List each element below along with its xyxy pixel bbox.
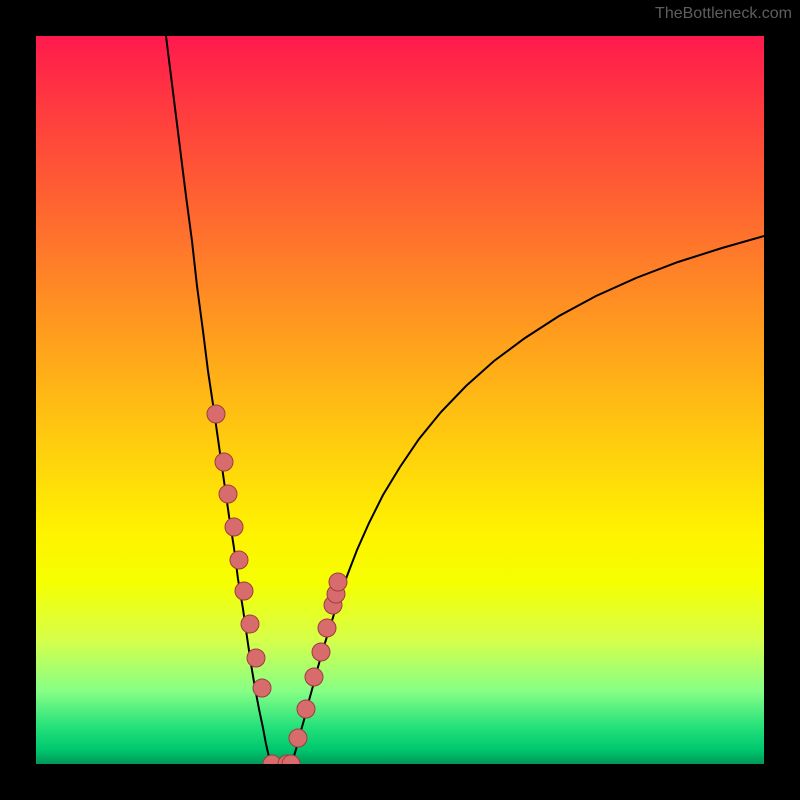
data-marker [219, 485, 237, 503]
watermark-text: TheBottleneck.com [655, 6, 792, 22]
data-marker [253, 679, 271, 697]
data-marker [215, 453, 233, 471]
data-marker [289, 729, 307, 747]
data-marker [318, 619, 336, 637]
data-marker [329, 573, 347, 591]
data-marker [235, 582, 253, 600]
data-marker [241, 615, 259, 633]
chart-frame: TheBottleneck.com [0, 0, 800, 800]
data-marker [305, 668, 323, 686]
data-marker [225, 518, 243, 536]
data-marker [312, 643, 330, 661]
data-marker [247, 649, 265, 667]
data-marker [230, 551, 248, 569]
data-markers [36, 36, 764, 764]
data-marker [207, 405, 225, 423]
data-marker [297, 700, 315, 718]
